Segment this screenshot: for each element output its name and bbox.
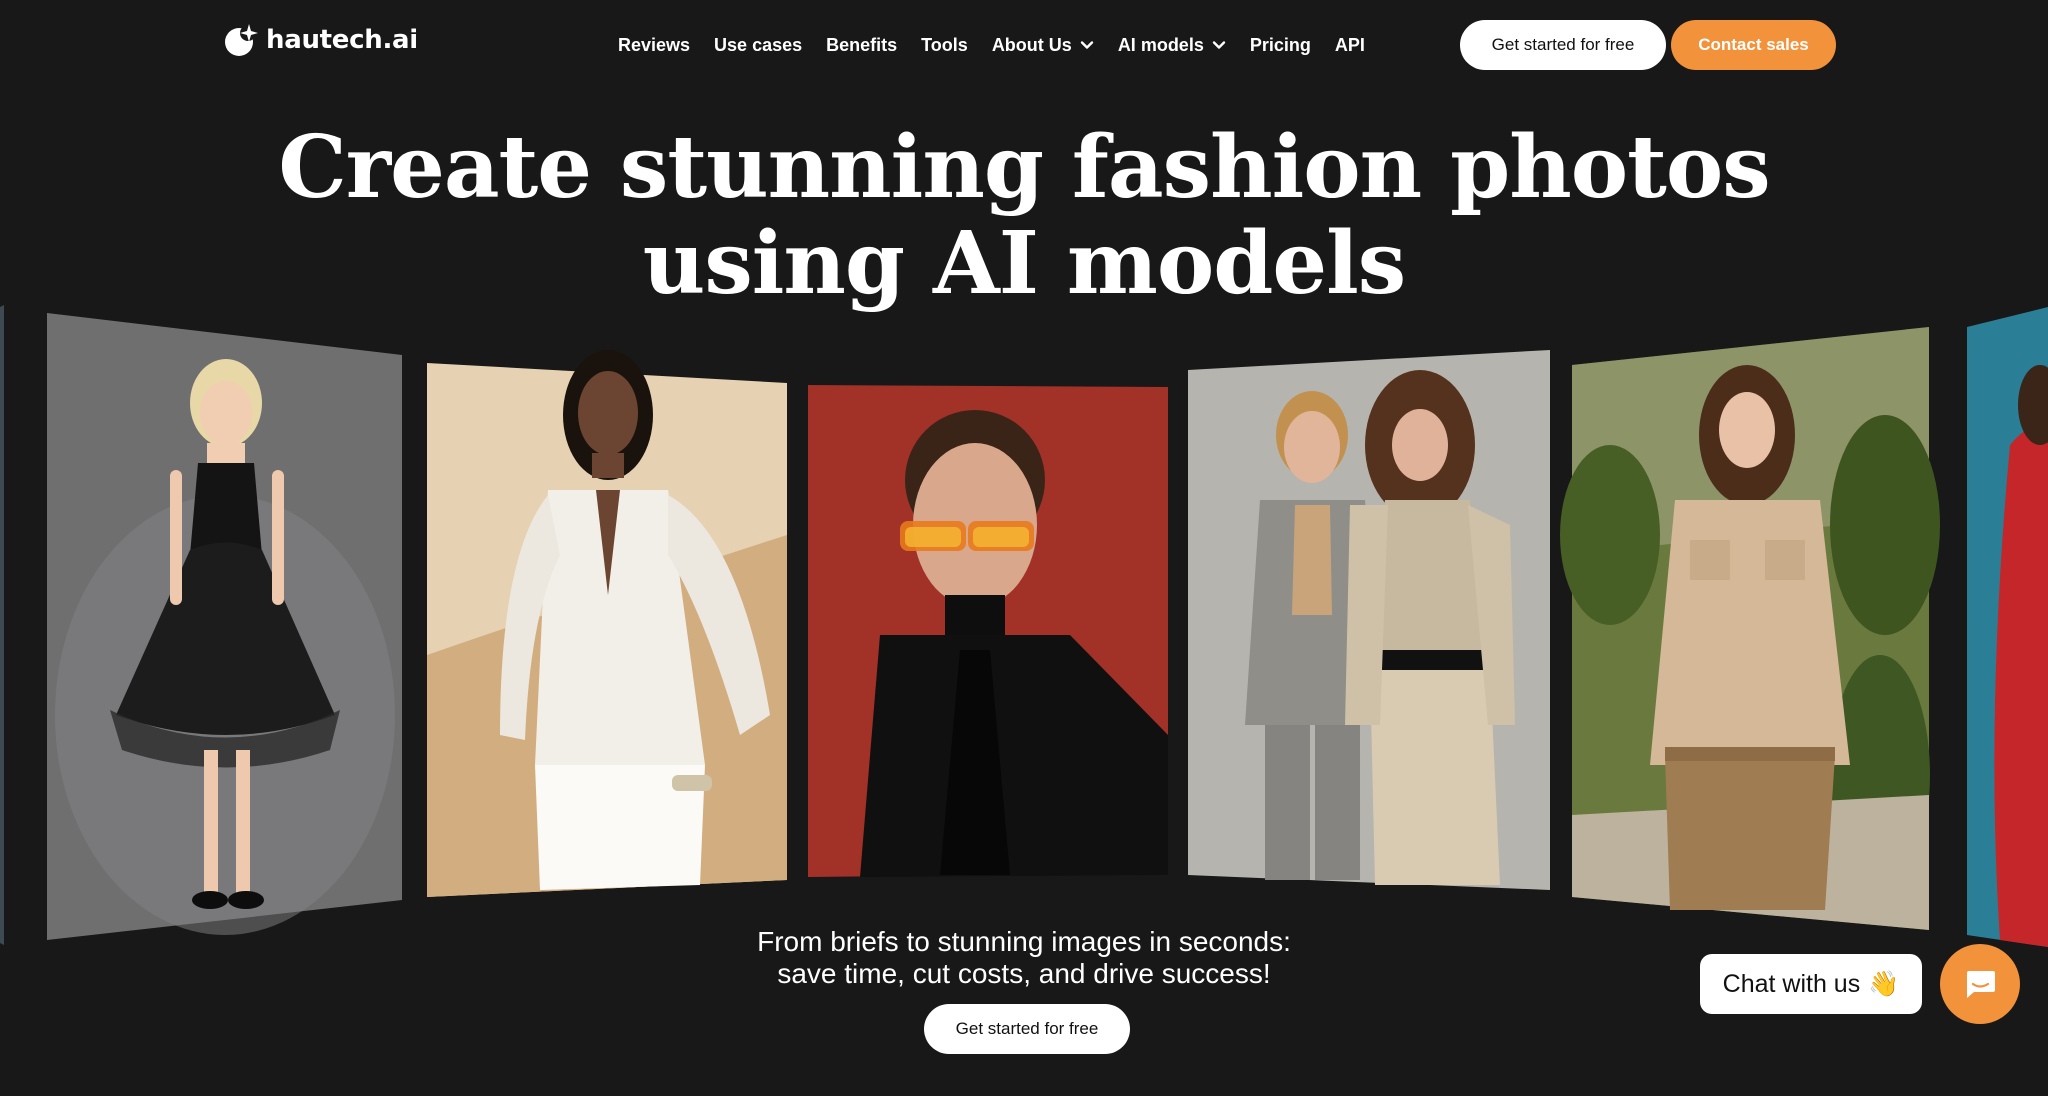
chat-prompt[interactable]: Chat with us 👋 [1700,954,1922,1014]
chevron-down-icon [1212,41,1226,49]
chevron-down-icon [1080,41,1094,49]
hero-get-started-button[interactable]: Get started for free [924,1004,1130,1054]
carousel-edge-right [1967,307,2048,947]
brand-logo[interactable]: hautech.ai [222,20,418,60]
get-started-button[interactable]: Get started for free [1460,20,1666,70]
nav-label: Use cases [714,34,803,55]
carousel-slide-3[interactable] [808,385,1168,877]
nav-label: About Us [991,34,1072,55]
nav-use-cases[interactable]: Use cases [714,35,802,56]
carousel-slide-2[interactable] [427,350,787,897]
chat-bubble-icon [1967,971,1995,998]
headline-line-1: Create stunning fashion photos [278,117,1770,218]
nav-label: Reviews [618,34,691,55]
photo-carousel[interactable] [0,295,2048,955]
carousel-slide-5[interactable] [1560,327,1940,930]
hero-headline: Create stunning fashion photos using AI … [0,120,2048,312]
nav-reviews[interactable]: Reviews [618,35,690,56]
chat-label: Chat with us [1722,969,1861,998]
contact-sales-button[interactable]: Contact sales [1671,20,1836,70]
nav-label: AI models [1117,34,1204,55]
brand-name: hautech.ai [266,25,418,55]
nav-api[interactable]: API [1335,35,1365,56]
carousel-slide-4[interactable] [1188,350,1550,890]
spark-circle-icon [225,24,258,56]
carousel-slide-1[interactable] [47,313,402,940]
nav-benefits[interactable]: Benefits [826,35,897,56]
nav-label: Benefits [826,34,898,55]
nav-label: Tools [921,34,968,55]
nav-ai-models[interactable]: AI models [1118,35,1226,56]
waving-hand-icon: 👋 [1868,969,1900,998]
nav-tools[interactable]: Tools [921,35,968,56]
chat-launcher-button[interactable] [1940,944,2020,1024]
main-nav: Reviews Use cases Benefits Tools About U… [618,30,1365,60]
nav-label: API [1334,34,1365,55]
nav-about-us[interactable]: About Us [992,35,1094,56]
nav-label: Pricing [1249,34,1311,55]
nav-pricing[interactable]: Pricing [1250,35,1311,56]
carousel-edge-left [0,305,4,945]
